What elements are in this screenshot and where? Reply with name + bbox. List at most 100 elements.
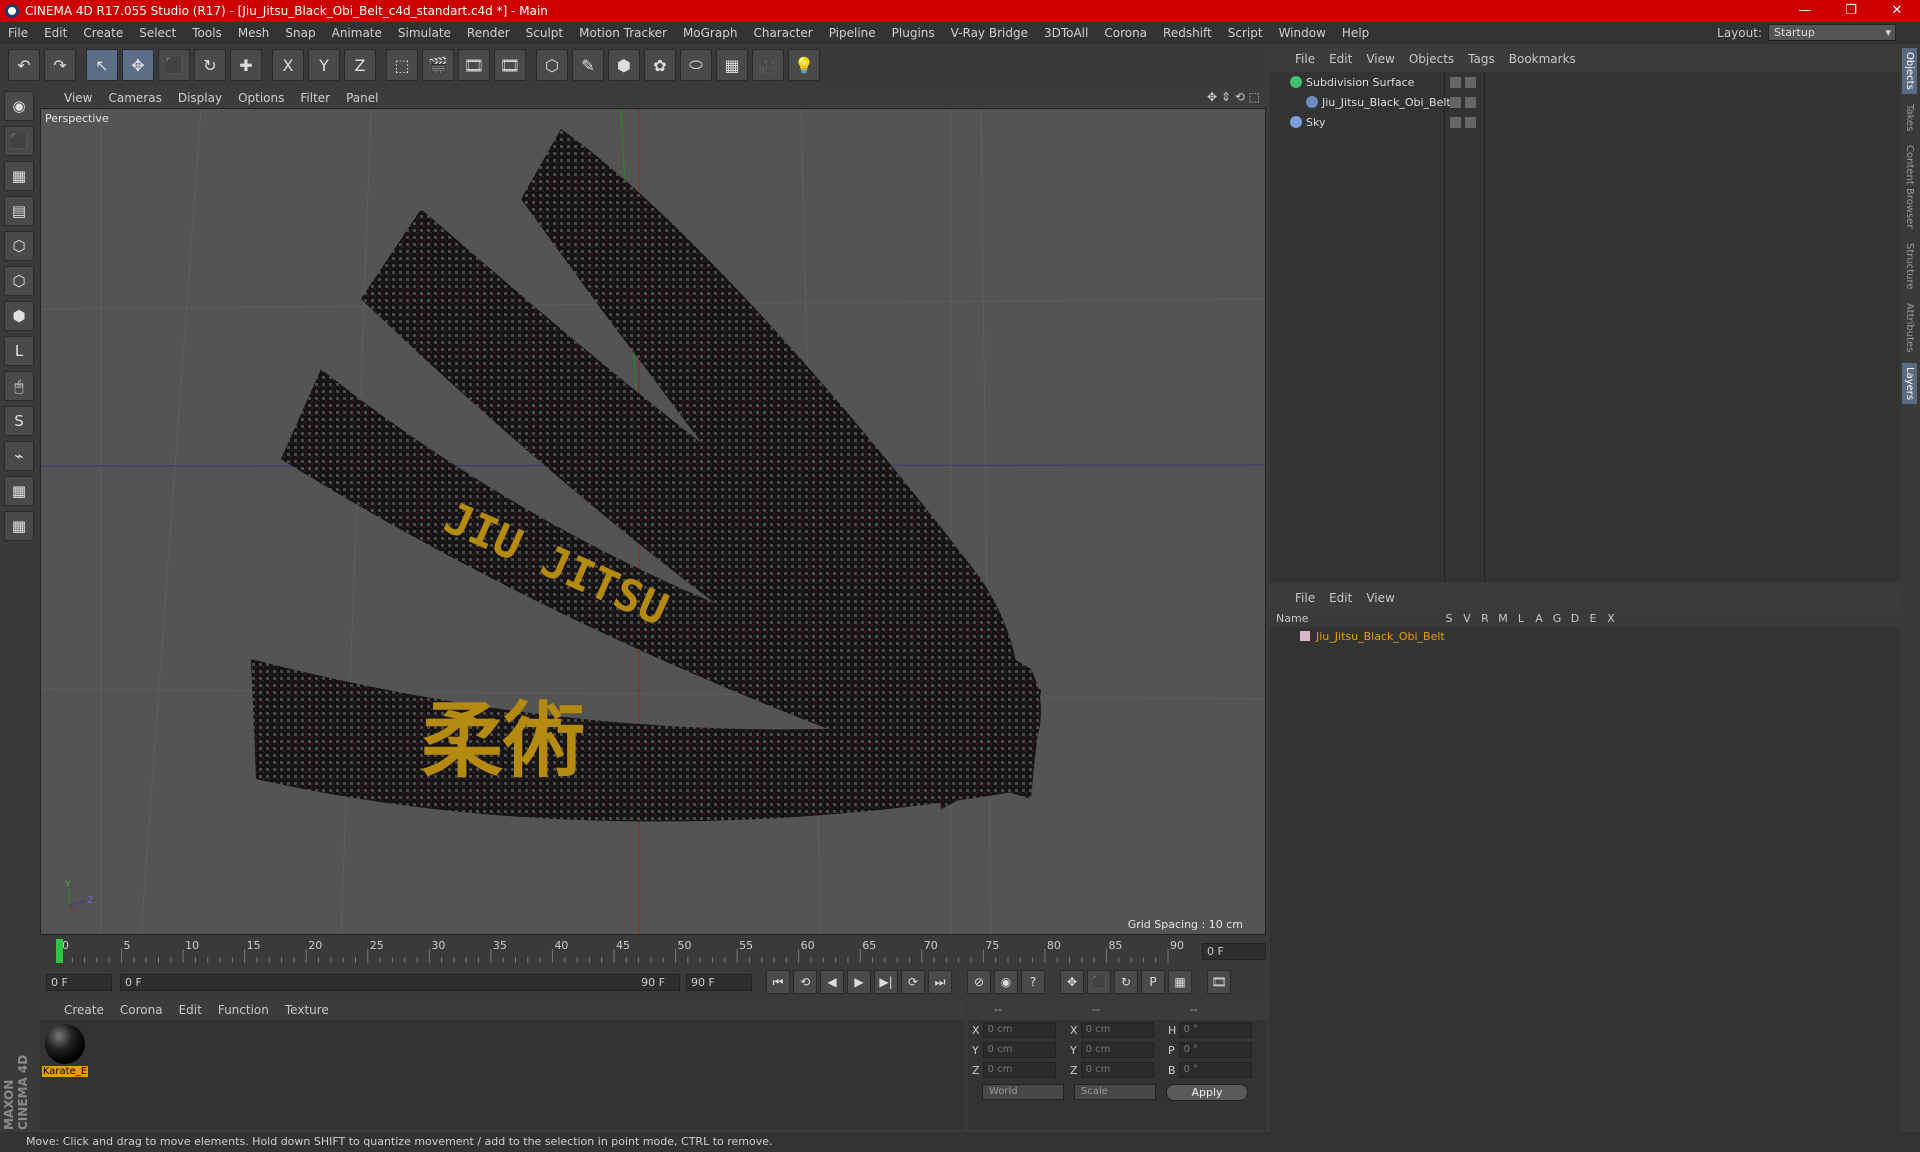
left-tool-icon-2[interactable]: ▦ — [4, 161, 34, 191]
layer-row[interactable]: Jiu_Jitsu_Black_Obi_Belt — [1270, 627, 1900, 645]
perspective-viewport[interactable]: JIU JITSU 柔術 Y Z Perspective Grid Spacin… — [40, 108, 1266, 935]
menu-item-animate[interactable]: Animate — [324, 22, 390, 44]
material-menu-create[interactable]: Create — [56, 1003, 112, 1017]
side-tab-objects[interactable]: Objects — [1902, 48, 1917, 94]
coord-v3-0[interactable]: 0 ° — [1178, 1022, 1252, 1038]
menu-item-create[interactable]: Create — [75, 22, 131, 44]
render-visibility-icon[interactable] — [1465, 76, 1476, 88]
menu-item-redshift[interactable]: Redshift — [1155, 22, 1220, 44]
coord-v2-1[interactable]: 0 cm — [1080, 1042, 1154, 1058]
menu-item-motion-tracker[interactable]: Motion Tracker — [571, 22, 675, 44]
playback-button-15[interactable]: 🎞 — [1207, 970, 1231, 994]
left-tool-icon-11[interactable]: ▦ — [4, 476, 34, 506]
menu-item-file[interactable]: File — [0, 22, 36, 44]
object-row[interactable]: Sky — [1270, 112, 1900, 132]
playback-button-2[interactable]: ◀ — [820, 970, 844, 994]
start-frame-field[interactable]: 0 F — [46, 973, 112, 991]
layer-menu-view[interactable]: View — [1359, 591, 1401, 605]
playback-button-10[interactable]: ✥ — [1060, 970, 1084, 994]
layer-menu-file[interactable]: File — [1288, 591, 1322, 605]
toolbar-icon-1[interactable]: ↷ — [44, 49, 76, 81]
left-tool-icon-7[interactable]: L — [4, 336, 34, 366]
coord-v3-1[interactable]: 0 ° — [1178, 1042, 1252, 1058]
toolbar-icon-17[interactable]: ✿ — [644, 49, 676, 81]
toolbar-icon-15[interactable]: ✎ — [572, 49, 604, 81]
object-menu-tags[interactable]: Tags — [1461, 52, 1502, 66]
layout-dropdown[interactable]: Startup — [1768, 24, 1896, 41]
menu-item-render[interactable]: Render — [459, 22, 518, 44]
toolbar-icon-3[interactable]: ✥ — [122, 49, 154, 81]
left-tool-icon-10[interactable]: ⌁ — [4, 441, 34, 471]
toolbar-icon-10[interactable]: ⬚ — [386, 49, 418, 81]
menu-item-mesh[interactable]: Mesh — [230, 22, 278, 44]
render-visibility-icon[interactable] — [1465, 116, 1476, 128]
toolbar-icon-20[interactable]: 🎥 — [752, 49, 784, 81]
close-button[interactable]: ✕ — [1874, 0, 1920, 22]
coord-v1-2[interactable]: 0 cm — [982, 1062, 1056, 1078]
object-visibility-flags[interactable] — [1450, 76, 1476, 88]
menu-item-plugins[interactable]: Plugins — [884, 22, 943, 44]
left-tool-icon-4[interactable]: ⬡ — [4, 231, 34, 261]
toolbar-icon-21[interactable]: 💡 — [788, 49, 820, 81]
left-tool-icon-6[interactable]: ⬢ — [4, 301, 34, 331]
side-tab-content-browser[interactable]: Content Browser — [1902, 141, 1917, 232]
side-tab-layers[interactable]: Layers — [1902, 362, 1917, 404]
toolbar-icon-19[interactable]: ▦ — [716, 49, 748, 81]
playback-button-11[interactable]: ⬛ — [1087, 970, 1111, 994]
toolbar-icon-16[interactable]: ⬢ — [608, 49, 640, 81]
playback-button-9[interactable]: ? — [1021, 970, 1045, 994]
playback-button-14[interactable]: ▦ — [1168, 970, 1192, 994]
toolbar-icon-0[interactable]: ↶ — [8, 49, 40, 81]
playback-button-5[interactable]: ⟳ — [901, 970, 925, 994]
side-tab-takes[interactable]: Takes — [1902, 100, 1917, 135]
coordinate-system-dropdown[interactable]: World — [982, 1084, 1064, 1100]
menu-item-v-ray-bridge[interactable]: V-Ray Bridge — [943, 22, 1036, 44]
object-row[interactable]: Subdivision Surface — [1270, 72, 1900, 92]
menu-item-tools[interactable]: Tools — [184, 22, 230, 44]
object-menu-view[interactable]: View — [1359, 52, 1401, 66]
object-menu-objects[interactable]: Objects — [1402, 52, 1461, 66]
viewport-menu-view[interactable]: View — [56, 91, 100, 105]
toolbar-icon-13[interactable]: 🎞 — [494, 49, 526, 81]
playback-button-13[interactable]: P — [1141, 970, 1165, 994]
coord-v3-2[interactable]: 0 ° — [1178, 1062, 1252, 1078]
menu-item-script[interactable]: Script — [1220, 22, 1271, 44]
toolbar-icon-11[interactable]: 🎬 — [422, 49, 454, 81]
frame-range-slider[interactable]: 0 F 90 F — [120, 973, 680, 991]
toolbar-icon-5[interactable]: ↻ — [194, 49, 226, 81]
viewport-menu-display[interactable]: Display — [170, 91, 230, 105]
material-menu-function[interactable]: Function — [210, 1003, 277, 1017]
side-tab-attributes[interactable]: Attributes — [1902, 299, 1917, 356]
material-menu-corona[interactable]: Corona — [112, 1003, 171, 1017]
playback-button-4[interactable]: ▶| — [874, 970, 898, 994]
playback-button-12[interactable]: ↻ — [1114, 970, 1138, 994]
object-menu-file[interactable]: File — [1288, 52, 1322, 66]
menu-item-corona[interactable]: Corona — [1096, 22, 1155, 44]
layer-color-swatch[interactable] — [1300, 631, 1310, 641]
left-tool-icon-0[interactable]: ◉ — [4, 91, 34, 121]
render-visibility-icon[interactable] — [1465, 96, 1476, 108]
material-swatch[interactable]: Karate_E — [42, 1024, 88, 1077]
playback-button-8[interactable]: ◉ — [994, 970, 1018, 994]
apply-button[interactable]: Apply — [1166, 1084, 1248, 1101]
coord-v2-2[interactable]: 0 cm — [1080, 1062, 1154, 1078]
viewport-menu-panel[interactable]: Panel — [338, 91, 386, 105]
object-menu-bookmarks[interactable]: Bookmarks — [1502, 52, 1583, 66]
coord-v1-1[interactable]: 0 cm — [982, 1042, 1056, 1058]
current-frame-field[interactable]: 0 F — [1202, 943, 1266, 960]
toolbar-icon-14[interactable]: ⬡ — [536, 49, 568, 81]
menu-item-window[interactable]: Window — [1271, 22, 1334, 44]
toolbar-icon-12[interactable]: 🎞 — [458, 49, 490, 81]
menu-item-3dtoall[interactable]: 3DToAll — [1036, 22, 1096, 44]
viewport-nav-icons[interactable]: ✥ ⇕ ⟲ ⬚ — [1207, 90, 1260, 104]
menu-item-snap[interactable]: Snap — [277, 22, 323, 44]
timeline-ruler[interactable]: 0 5 10 15 20 25 30 35 40 45 50 55 60 65 70 75 80 85 90 0 F — [40, 937, 1266, 967]
left-tool-icon-3[interactable]: ▤ — [4, 196, 34, 226]
left-tool-icon-5[interactable]: ⬡ — [4, 266, 34, 296]
end-frame-field[interactable]: 90 F — [686, 973, 752, 991]
playback-button-7[interactable]: ⊘ — [967, 970, 991, 994]
coord-v1-0[interactable]: 0 cm — [982, 1022, 1056, 1038]
material-menu-edit[interactable]: Edit — [171, 1003, 210, 1017]
viewport-menu-cameras[interactable]: Cameras — [100, 91, 169, 105]
editor-visibility-icon[interactable] — [1450, 76, 1461, 88]
